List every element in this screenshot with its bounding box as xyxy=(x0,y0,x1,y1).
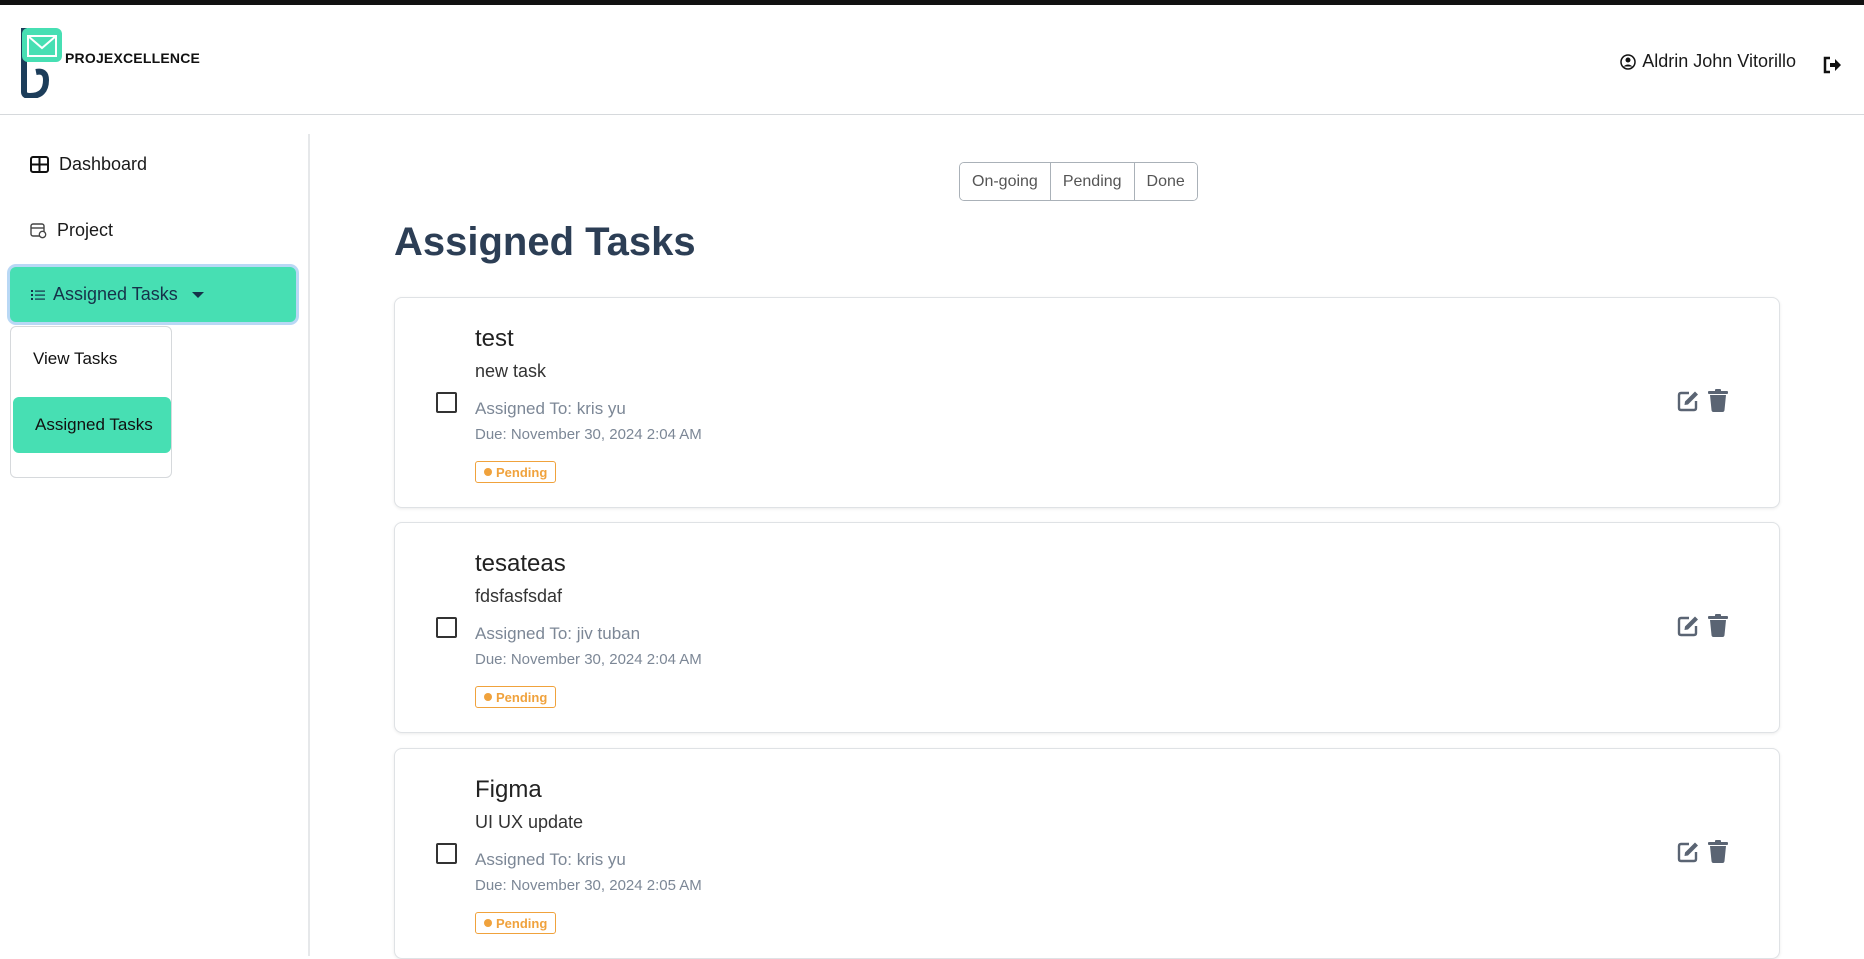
brand-logo[interactable] xyxy=(20,26,64,98)
filter-done-button[interactable]: Done xyxy=(1134,163,1197,200)
app-header: PROJEXCELLENCE Aldrin John Vitorillo xyxy=(0,5,1864,115)
sidebar-item-label: Project xyxy=(57,220,114,240)
dropdown-item-assigned-tasks[interactable]: Assigned Tasks xyxy=(13,397,171,453)
logout-icon[interactable] xyxy=(1822,55,1842,75)
caret-down-icon xyxy=(191,291,204,298)
task-assignee: Assigned To: kris yu xyxy=(475,399,626,418)
user-menu[interactable]: Aldrin John Vitorillo xyxy=(1620,51,1796,72)
sidebar-item-project[interactable]: Project xyxy=(30,220,113,241)
trash-icon[interactable] xyxy=(1708,389,1728,412)
task-title: test xyxy=(475,325,514,352)
task-title: Figma xyxy=(475,776,542,803)
filter-ongoing-button[interactable]: On-going xyxy=(960,163,1051,200)
task-description: new task xyxy=(475,361,547,381)
dropdown-item-label: Assigned Tasks xyxy=(35,415,153,434)
status-label: Pending xyxy=(496,915,548,931)
status-dot-icon xyxy=(484,693,492,701)
status-dot-icon xyxy=(484,468,492,476)
sidebar: Dashboard Project Assigned Tasks View Ta… xyxy=(0,134,310,956)
dropdown-item-view-tasks[interactable]: View Tasks xyxy=(11,331,171,387)
sidebar-item-label: Assigned Tasks xyxy=(53,284,178,304)
edit-icon[interactable] xyxy=(1677,615,1699,637)
task-card: Figma UI UX update Assigned To: kris yu … xyxy=(394,748,1780,959)
page-title: Assigned Tasks xyxy=(394,220,696,264)
calendar-icon xyxy=(30,223,47,239)
task-due-date: Due: November 30, 2024 2:04 AM xyxy=(475,426,702,443)
task-checkbox[interactable] xyxy=(436,843,457,864)
dropdown-item-label: View Tasks xyxy=(33,349,118,368)
sidebar-item-dashboard[interactable]: Dashboard xyxy=(30,154,147,175)
task-checkbox[interactable] xyxy=(436,617,457,638)
brand-name: PROJEXCELLENCE xyxy=(65,50,201,66)
task-assignee: Assigned To: kris yu xyxy=(475,850,626,869)
task-description: UI UX update xyxy=(475,812,584,832)
list-icon xyxy=(31,289,45,300)
user-name: Aldrin John Vitorillo xyxy=(1642,51,1796,71)
user-circle-icon xyxy=(1620,53,1636,70)
sidebar-item-label: Dashboard xyxy=(59,154,148,174)
grid-icon xyxy=(30,156,49,173)
status-label: Pending xyxy=(496,689,548,705)
status-label: Pending xyxy=(496,464,548,480)
edit-icon[interactable] xyxy=(1677,841,1699,863)
task-due-date: Due: November 30, 2024 2:05 AM xyxy=(475,877,702,894)
task-checkbox[interactable] xyxy=(436,392,457,413)
status-badge: Pending xyxy=(475,912,557,934)
status-filter-group: On-going Pending Done xyxy=(959,162,1198,201)
status-badge: Pending xyxy=(475,686,557,708)
trash-icon[interactable] xyxy=(1708,840,1728,863)
status-badge: Pending xyxy=(475,461,557,483)
task-description: fdsfasfsdaf xyxy=(475,586,563,606)
assigned-tasks-dropdown: View Tasks Assigned Tasks xyxy=(10,326,172,478)
trash-icon[interactable] xyxy=(1708,614,1728,637)
task-due-date: Due: November 30, 2024 2:04 AM xyxy=(475,651,702,668)
status-dot-icon xyxy=(484,919,492,927)
edit-icon[interactable] xyxy=(1677,390,1699,412)
sidebar-item-assigned-tasks[interactable]: Assigned Tasks xyxy=(10,267,296,322)
filter-pending-button[interactable]: Pending xyxy=(1050,163,1135,200)
task-card: test new task Assigned To: kris yu Due: … xyxy=(394,297,1780,508)
task-assignee: Assigned To: jiv tuban xyxy=(475,624,641,643)
task-card: tesateas fdsfasfsdaf Assigned To: jiv tu… xyxy=(394,522,1780,733)
task-title: tesateas xyxy=(475,550,566,577)
